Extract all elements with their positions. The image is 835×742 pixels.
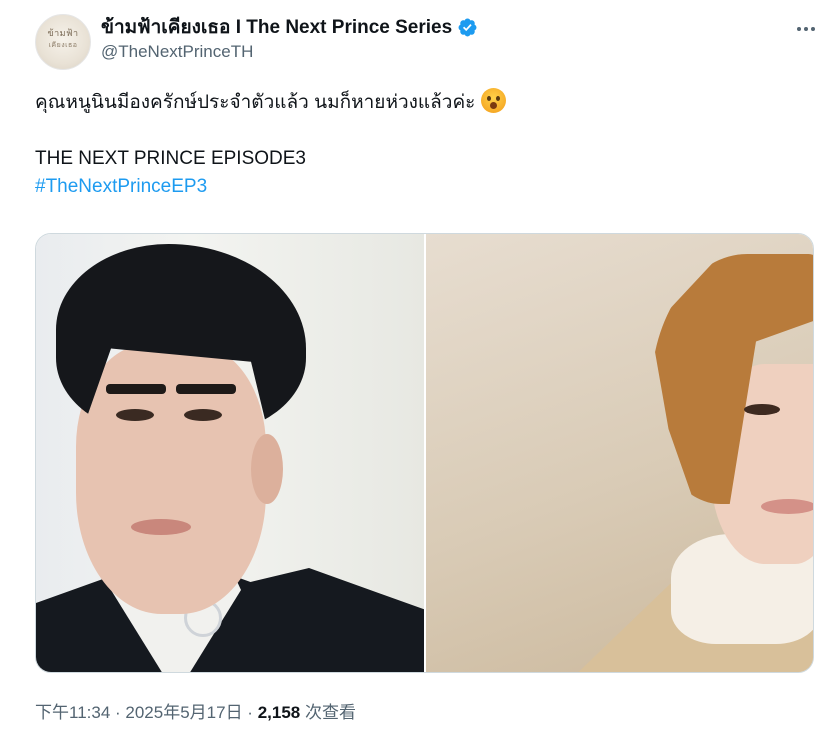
views-count[interactable]: 2,158 — [258, 703, 301, 722]
author-handle[interactable]: @TheNextPrinceTH — [101, 42, 253, 62]
hashtag-link[interactable]: #TheNextPrinceEP3 — [35, 173, 805, 201]
face-with-open-mouth-emoji-icon — [481, 88, 507, 113]
tweet-meta: 下午11:34 · 2025年5月17日 · 2,158 次查看 — [35, 698, 356, 723]
meta-separator: · — [242, 703, 258, 722]
tweet-thai-text: คุณหนูนินมีองครักษ์ประจำตัวแล้ว นมก็หายห… — [35, 92, 476, 113]
avatar-logo: ข้ามฟ้า เคียงเธอ — [36, 29, 90, 51]
avatar-logo-line1: ข้ามฟ้า — [47, 29, 79, 39]
tweet-time[interactable]: 下午11:34 — [35, 703, 110, 722]
author-name-row: ข้ามฟ้าเคียงเธอ I The Next Prince Series — [101, 12, 478, 42]
author-display-name[interactable]: ข้ามฟ้าเคียงเธอ I The Next Prince Series — [101, 12, 452, 42]
avatar-logo-line2: เคียงเธอ — [48, 41, 78, 49]
photo-right[interactable] — [426, 234, 813, 672]
tweet-body: คุณหนูนินมีองครักษ์ประจำตัวแล้ว นมก็หายห… — [35, 88, 805, 201]
author-avatar[interactable]: ข้ามฟ้า เคียงเธอ — [35, 14, 91, 70]
tweet-date[interactable]: 2025年5月17日 — [125, 703, 242, 722]
views-label: 次查看 — [300, 703, 356, 722]
more-options-icon[interactable] — [795, 18, 819, 32]
tweet-line-1: คุณหนูนินมีองครักษ์ประจำตัวแล้ว นมก็หายห… — [35, 88, 805, 117]
meta-separator: · — [110, 703, 126, 722]
tweet-line-2: THE NEXT PRINCE EPISODE3 — [35, 148, 306, 169]
media-grid — [35, 233, 814, 673]
tweet-header: ข้ามฟ้า เคียงเธอ ข้ามฟ้าเคียงเธอ I The N… — [35, 12, 819, 70]
verified-badge-icon[interactable] — [457, 17, 478, 38]
photo-left[interactable] — [36, 234, 424, 672]
